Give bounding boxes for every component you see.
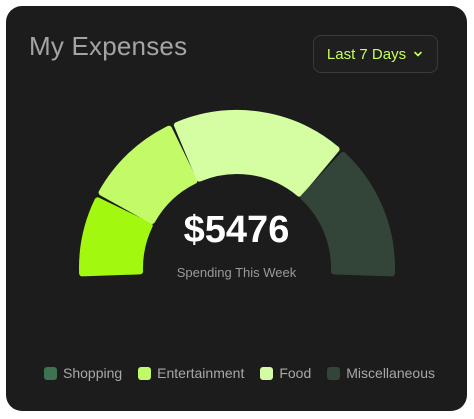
legend-item-entertainment: Entertainment	[138, 365, 244, 381]
legend-item-miscellaneous: Miscellaneous	[327, 365, 435, 381]
legend-label: Food	[279, 365, 312, 381]
chart-legend: Shopping Entertainment Food Miscellaneous	[44, 365, 435, 381]
legend-label: Miscellaneous	[346, 365, 435, 381]
legend-item-food: Food	[260, 365, 311, 381]
legend-label: Shopping	[63, 365, 123, 381]
gauge-segment-food	[173, 110, 340, 197]
legend-swatch	[44, 366, 57, 380]
expenses-card: My Expenses Last 7 Days $5476 Spending T…	[6, 6, 467, 411]
total-subtitle: Spending This Week	[176, 265, 297, 280]
total-amount: $5476	[183, 209, 290, 251]
legend-swatch	[327, 366, 341, 380]
legend-label: Entertainment	[157, 365, 245, 381]
spending-gauge	[79, 110, 395, 277]
legend-swatch	[260, 366, 274, 380]
legend-item-shopping: Shopping	[44, 365, 122, 381]
legend-swatch	[138, 366, 152, 380]
